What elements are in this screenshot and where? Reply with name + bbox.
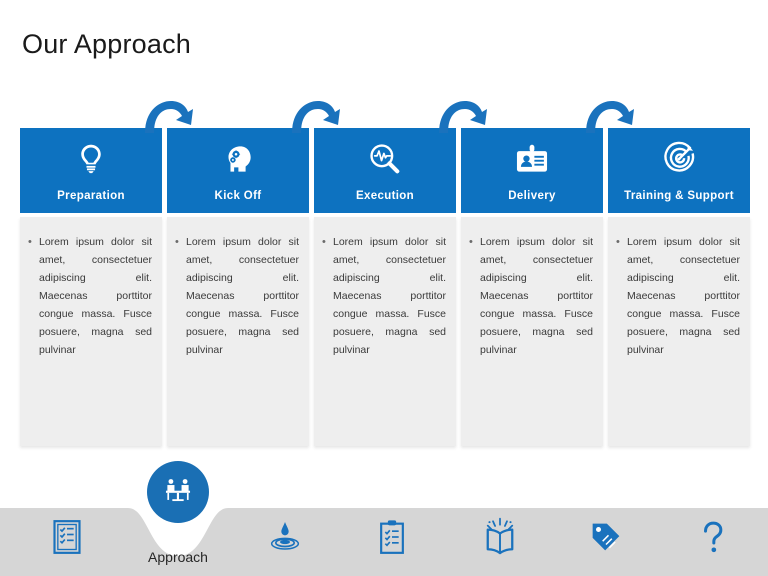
page-title: Our Approach [22,29,192,59]
open-book-sparkle-icon [479,516,521,558]
list-item: • Lorem ipsum dolor sit amet, consectetu… [175,233,299,359]
step-header-preparation: Preparation [20,128,162,213]
nav-item-price-tag[interactable] [583,514,629,560]
slide-canvas: Our Approach Preparation • Lorem ipsum d… [0,0,768,576]
nav-item-help[interactable] [690,514,736,560]
lightbulb-icon [71,139,111,179]
list-item: • Lorem ipsum dolor sit amet, consectetu… [469,233,593,359]
step-body-execution: • Lorem ipsum dolor sit amet, consectetu… [314,217,456,446]
step-header-delivery: Delivery [461,128,603,213]
step-body-delivery: • Lorem ipsum dolor sit amet, consectetu… [461,217,603,446]
bullet-marker: • [322,236,326,248]
bullet-marker: • [28,236,32,248]
step-header-training-support: Training & Support [608,128,750,213]
step-title: Preparation [57,190,125,202]
step-header-kick-off: Kick Off [167,128,309,213]
step-body-kick-off: • Lorem ipsum dolor sit amet, consectetu… [167,217,309,446]
step-body-training-support: • Lorem ipsum dolor sit amet, consectetu… [608,217,750,446]
step-column-delivery[interactable]: Delivery • Lorem ipsum dolor sit amet, c… [439,101,603,446]
bullet-marker: • [175,236,179,248]
question-mark-icon [693,517,733,557]
bullet-marker: • [616,236,620,248]
step-title: Execution [355,190,415,202]
step-body-preparation: • Lorem ipsum dolor sit amet, consectetu… [20,217,162,446]
magnifier-pulse-icon [365,139,405,179]
nav-item-clipboard[interactable] [369,514,415,560]
bullet-text: Lorem ipsum dolor sit amet, consectetuer… [39,236,152,356]
price-tag-icon [586,517,626,557]
bullet-text: Lorem ipsum dolor sit amet, consectetuer… [333,236,446,356]
step-title: Delivery [508,190,556,202]
head-with-gears-icon [218,139,258,179]
id-badge-icon [512,139,552,179]
water-drop-ripple-icon [265,517,305,557]
nav-item-water-drop[interactable] [262,514,308,560]
bullet-text: Lorem ipsum dolor sit amet, consectetuer… [186,236,299,356]
step-column-kick-off[interactable]: Kick Off • Lorem ipsum dolor sit amet, c… [145,101,309,446]
target-dart-icon [659,139,699,179]
step-column-training-support[interactable]: Training & Support • Lorem ipsum dolor s… [586,101,750,446]
step-title: Training & Support [624,190,734,202]
step-column-execution[interactable]: Execution • Lorem ipsum dolor sit amet, … [292,101,456,446]
nav-item-open-book[interactable] [477,514,523,560]
checklist-icon [47,517,87,557]
step-column-preparation[interactable]: Preparation • Lorem ipsum dolor sit amet… [20,128,162,446]
nav-item-approach-label: Approach [148,549,208,565]
step-header-execution: Execution [314,128,456,213]
nav-item-checklist[interactable] [44,514,90,560]
list-item: • Lorem ipsum dolor sit amet, consectetu… [616,233,740,359]
bullet-marker: • [469,236,473,248]
clipboard-icon [372,517,412,557]
list-item: • Lorem ipsum dolor sit amet, consectetu… [28,233,152,359]
process-steps-row: Preparation • Lorem ipsum dolor sit amet… [20,101,768,446]
meeting-table-icon [161,473,195,512]
bullet-text: Lorem ipsum dolor sit amet, consectetuer… [480,236,593,356]
bullet-text: Lorem ipsum dolor sit amet, consectetuer… [627,236,740,356]
step-title: Kick Off [214,190,262,202]
nav-item-approach-active[interactable] [147,461,209,523]
list-item: • Lorem ipsum dolor sit amet, consectetu… [322,233,446,359]
